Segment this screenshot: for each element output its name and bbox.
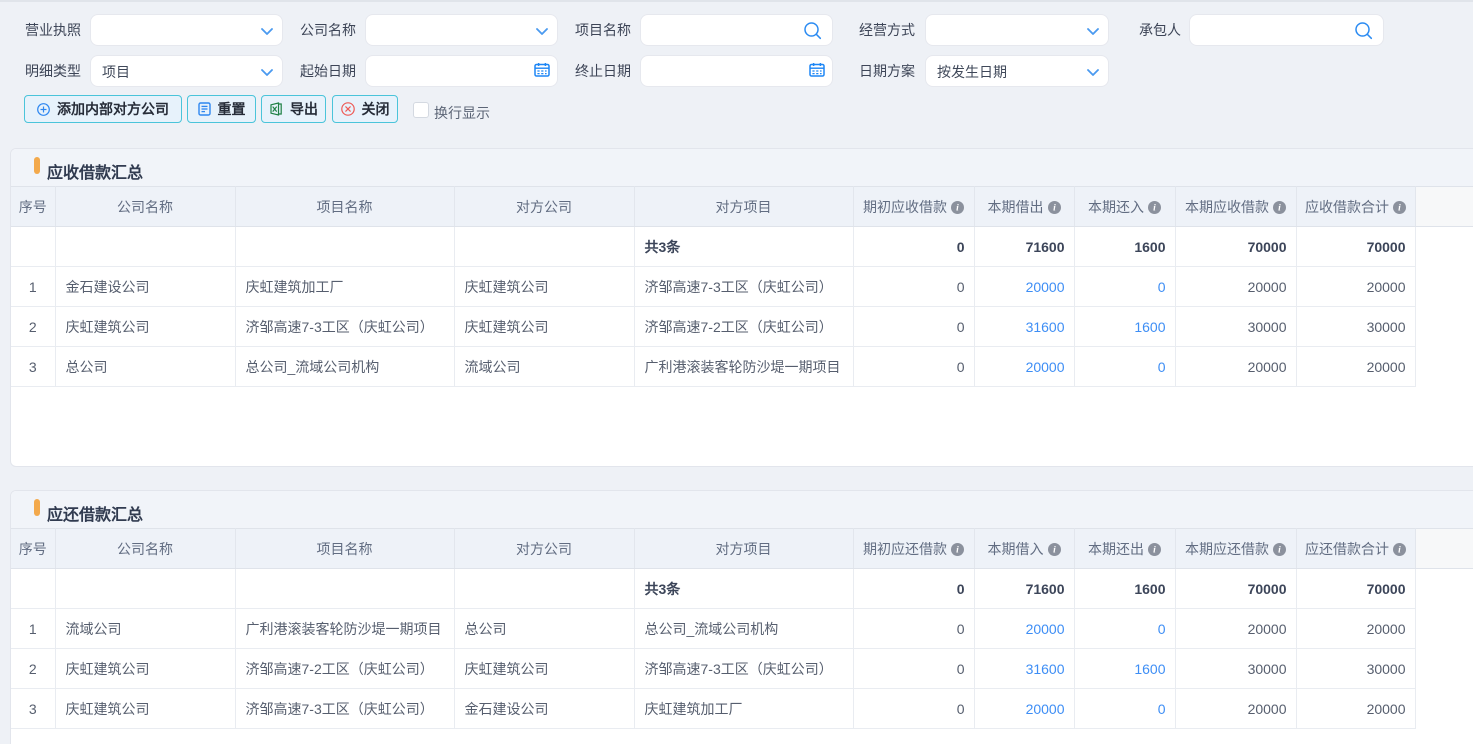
svg-text:i: i — [1153, 203, 1156, 213]
svg-text:i: i — [1153, 545, 1156, 555]
svg-text:i: i — [1053, 545, 1056, 555]
svg-text:i: i — [1278, 545, 1281, 555]
svg-text:i: i — [1398, 545, 1401, 555]
svg-text:i: i — [1053, 203, 1056, 213]
svg-text:i: i — [956, 545, 959, 555]
svg-text:i: i — [1278, 203, 1281, 213]
svg-text:i: i — [1398, 203, 1401, 213]
svg-text:i: i — [956, 203, 959, 213]
